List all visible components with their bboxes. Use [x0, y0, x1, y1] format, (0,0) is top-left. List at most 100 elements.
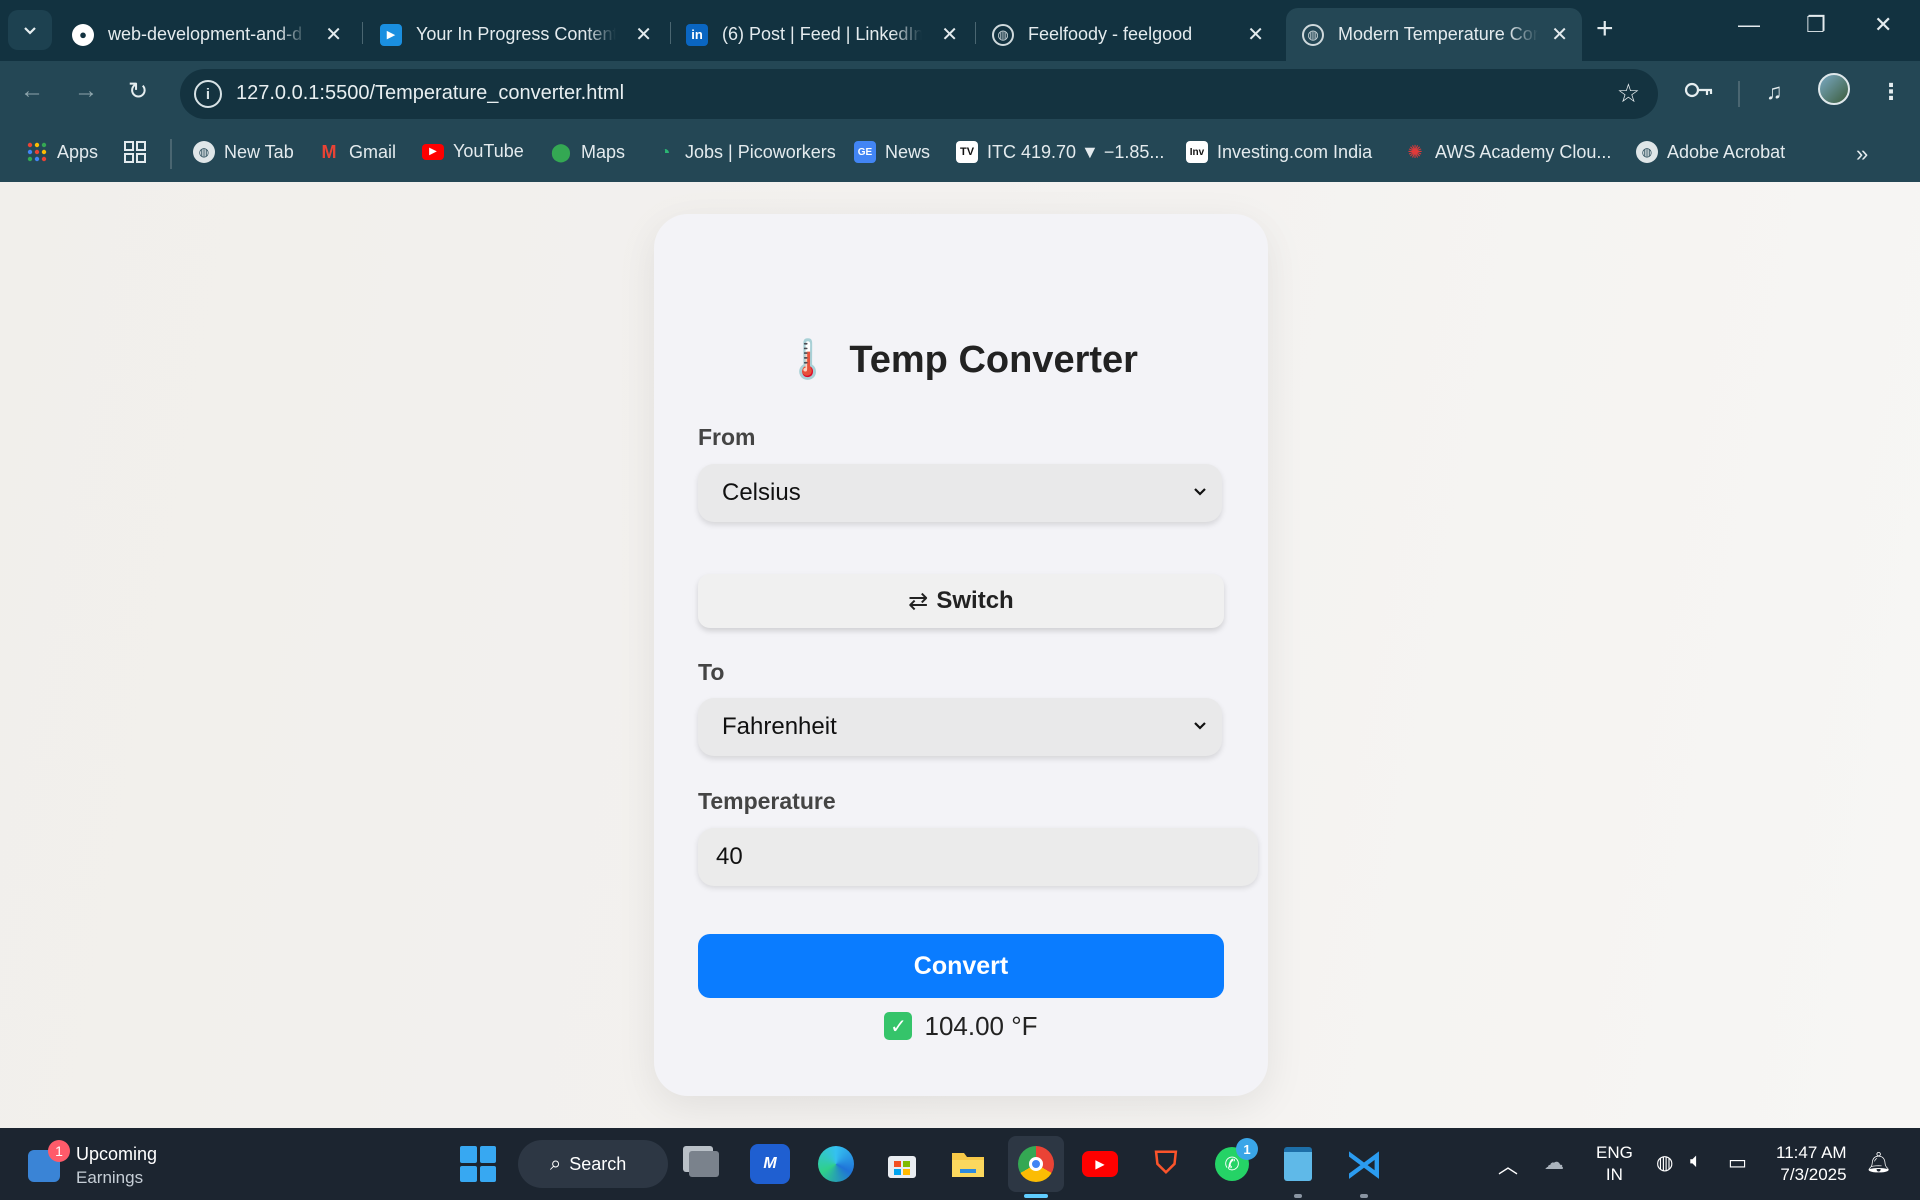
more-bookmarks-button[interactable]: » [1856, 141, 1868, 167]
chevron-down-icon [1194, 488, 1206, 496]
bookmark-label: Investing.com India [1217, 141, 1373, 162]
chevron-down-icon [1194, 722, 1206, 730]
bookmark-aws-academy[interactable]: ✺ AWS Academy Clou... [1404, 141, 1611, 163]
tab-linkedin[interactable]: in (6) Post | Feed | LinkedIn ✕ [670, 8, 972, 61]
converter-card: 🌡️ Temp Converter From Celsius ⇄ Switch … [654, 214, 1268, 1096]
start-button[interactable] [460, 1146, 496, 1182]
youtube-app-icon[interactable]: ▶ [1080, 1144, 1120, 1184]
bookmark-apps[interactable]: Apps [26, 141, 98, 163]
system-clock[interactable]: 11:47 AM 7/3/2025 [1776, 1142, 1847, 1186]
tab-github[interactable]: ● web-development-and-d ✕ [56, 8, 356, 61]
url-text[interactable]: 127.0.0.1:5500/Temperature_converter.htm… [236, 82, 624, 105]
bookmark-star-icon[interactable]: ☆ [1617, 78, 1640, 109]
from-unit-select[interactable]: Celsius [698, 464, 1222, 522]
bookmark-itc[interactable]: TV ITC 419.70 ▼ −1.85... [956, 141, 1164, 163]
browser-tab-strip: ● web-development-and-d ✕ ▶ Your In Prog… [0, 0, 1920, 61]
widgets-button[interactable]: 1 Upcoming Earnings [28, 1140, 157, 1190]
mathpix-app-icon[interactable]: M [750, 1144, 790, 1184]
bookmark-label: Gmail [349, 141, 397, 162]
youtube-icon: ▶ [422, 143, 444, 160]
windows-taskbar: 1 Upcoming Earnings ⌕ Search M ▶ ⛉ ✆ 1 ⋊… [0, 1128, 1920, 1200]
close-window-button[interactable]: ✕ [1874, 12, 1892, 38]
profile-avatar[interactable] [1818, 73, 1850, 105]
bookmark-new-tab[interactable]: ◍ New Tab [193, 141, 294, 163]
convert-button[interactable]: Convert [698, 934, 1224, 998]
tab-groups-icon [124, 141, 146, 168]
bookmark-divider [170, 139, 172, 169]
back-button[interactable]: ← [20, 77, 44, 105]
search-label: Search [569, 1153, 627, 1174]
bookmark-investing[interactable]: Inv Investing.com India [1186, 141, 1372, 163]
title-text: Temp Converter [849, 338, 1138, 381]
close-tab-icon[interactable]: ✕ [941, 22, 958, 47]
temperature-input[interactable]: 40 [698, 828, 1258, 886]
notepad-icon[interactable] [1278, 1144, 1318, 1184]
bookmark-label: New Tab [224, 141, 294, 162]
file-explorer-icon[interactable] [948, 1144, 988, 1184]
tab-title: Your In Progress Content [416, 24, 616, 44]
tab-groups-button[interactable] [124, 141, 146, 168]
page-viewport: 🌡️ Temp Converter From Celsius ⇄ Switch … [0, 182, 1920, 1128]
browser-menu-icon[interactable]: ⋮ [1880, 79, 1902, 105]
network-globe-icon[interactable]: ◍ [1656, 1150, 1673, 1175]
notification-badge: 1 [48, 1140, 70, 1162]
linkedin-icon: in [686, 23, 708, 46]
taskbar-search-button[interactable]: ⌕ Search [518, 1140, 668, 1188]
volume-icon[interactable]: 🔈︎ [1690, 1150, 1702, 1173]
input-language-indicator[interactable]: ENG IN [1596, 1142, 1633, 1186]
to-unit-select[interactable]: Fahrenheit [698, 698, 1222, 756]
edge-icon[interactable] [816, 1144, 856, 1184]
restore-button[interactable]: ❐ [1806, 12, 1826, 38]
bookmark-adobe-acrobat[interactable]: ◍ Adobe Acrobat [1636, 141, 1785, 163]
globe-icon: ◍ [1302, 23, 1324, 46]
from-label: From [698, 424, 756, 450]
tab-title: (6) Post | Feed | LinkedIn [722, 24, 922, 44]
result-text: 104.00 °F [924, 1010, 1038, 1041]
site-info-icon[interactable]: i [194, 80, 222, 108]
whatsapp-icon[interactable]: ✆ 1 [1212, 1138, 1258, 1184]
onedrive-icon[interactable]: ☁ [1544, 1150, 1564, 1175]
tab-in-progress[interactable]: ▶ Your In Progress Content ✕ [364, 8, 666, 61]
to-unit-value: Fahrenheit [722, 713, 837, 740]
microsoft-store-icon[interactable] [882, 1144, 922, 1184]
bookmark-maps[interactable]: ⬤ Maps [550, 141, 625, 163]
lang-code: ENG [1596, 1143, 1633, 1162]
password-key-icon[interactable] [1684, 79, 1714, 107]
task-view-icon[interactable] [684, 1144, 724, 1184]
bookmark-gmail[interactable]: M Gmail [318, 141, 397, 163]
tab-temperature-converter[interactable]: ◍ Modern Temperature Converter ✕ [1286, 8, 1582, 61]
running-app-indicator [1360, 1194, 1368, 1198]
tab-search-button[interactable] [8, 10, 52, 50]
bookmarks-bar: Apps ◍ New Tab M Gmail ▶ YouTube ⬤ Maps … [0, 127, 1920, 182]
minimize-button[interactable]: — [1738, 12, 1760, 38]
tab-feelfoody[interactable]: ◍ Feelfoody - feelgood ✕ [976, 8, 1278, 61]
bookmark-news[interactable]: GE News [854, 141, 930, 163]
close-tab-icon[interactable]: ✕ [1551, 22, 1568, 47]
google-news-icon: GE [854, 141, 876, 163]
battery-icon[interactable]: ▭ [1728, 1150, 1747, 1175]
bookmark-picoworkers[interactable]: ◔ Jobs | Picoworkers [654, 141, 836, 163]
brave-icon[interactable]: ⛉ [1146, 1144, 1186, 1184]
address-bar[interactable]: i 127.0.0.1:5500/Temperature_converter.h… [180, 69, 1658, 119]
close-tab-icon[interactable]: ✕ [1247, 22, 1264, 47]
close-tab-icon[interactable]: ✕ [325, 22, 342, 47]
new-tab-button[interactable]: + [1596, 12, 1614, 46]
bookmark-label: Maps [581, 141, 626, 162]
notifications-bell-icon[interactable]: 🔔︎ [1866, 1150, 1891, 1175]
from-unit-value: Celsius [722, 479, 801, 506]
check-mark-icon: ✓ [884, 1012, 913, 1040]
github-icon: ● [72, 23, 94, 46]
bookmark-youtube[interactable]: ▶ YouTube [422, 141, 524, 162]
browser-toolbar: ← → ↻ i 127.0.0.1:5500/Temperature_conve… [0, 61, 1920, 127]
show-hidden-icons-chevron-icon[interactable]: ︿ [1498, 1150, 1518, 1179]
switch-units-button[interactable]: ⇄ Switch [698, 574, 1224, 628]
close-tab-icon[interactable]: ✕ [635, 22, 652, 47]
chrome-icon[interactable] [1008, 1136, 1064, 1192]
reload-button[interactable]: ↻ [128, 77, 148, 106]
media-queue-icon[interactable]: ♫ [1766, 79, 1783, 105]
notification-badge: 1 [1236, 1138, 1258, 1160]
forward-button[interactable]: → [74, 77, 98, 105]
globe-icon: ◍ [193, 141, 215, 163]
bookmark-label: News [885, 141, 931, 162]
vscode-icon[interactable]: ⋊ [1344, 1144, 1384, 1186]
